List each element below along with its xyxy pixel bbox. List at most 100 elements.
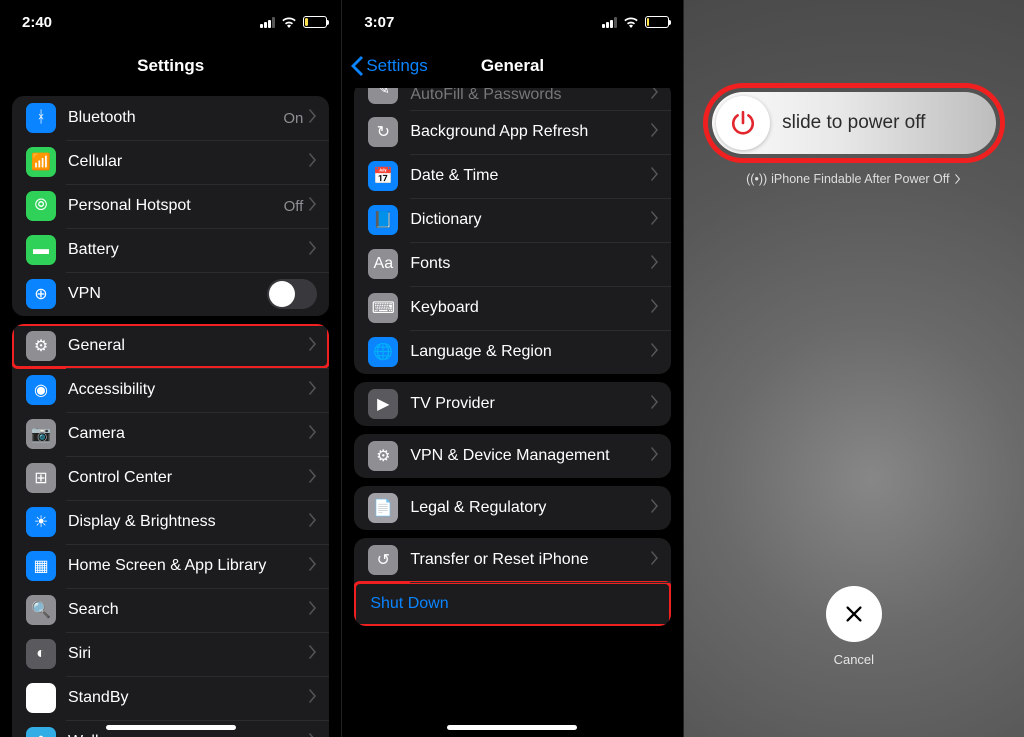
page-title: General — [481, 56, 544, 76]
cancel-area: Cancel — [826, 586, 882, 667]
general-screen: 3:07 8 Settings General ✎ AutoFill & Pass… — [341, 0, 682, 737]
row-label: Fonts — [410, 255, 650, 273]
chevron-right-icon — [309, 109, 317, 128]
row-label: Dictionary — [410, 211, 650, 229]
chevron-right-icon — [309, 513, 317, 532]
row-label: TV Provider — [410, 395, 650, 413]
chevron-right-icon — [309, 469, 317, 488]
signal-icon — [260, 17, 275, 28]
chevron-right-icon — [651, 551, 659, 570]
row-date-time[interactable]: 📅Date & Time — [354, 154, 670, 198]
row-bluetooth[interactable]: ᚼBluetoothOn — [12, 96, 329, 140]
home-indicator[interactable] — [447, 725, 577, 730]
power-off-slider[interactable]: slide to power off — [712, 92, 996, 154]
row-value: Off — [284, 198, 304, 215]
toggle[interactable] — [267, 279, 317, 309]
chevron-right-icon — [309, 425, 317, 444]
chevron-right-icon — [651, 211, 659, 230]
back-label: Settings — [366, 56, 427, 76]
row-fonts[interactable]: AaFonts — [354, 242, 670, 286]
camera-icon: 📷 — [26, 419, 56, 449]
row-personal-hotspot[interactable]: ⦾Personal HotspotOff — [12, 184, 329, 228]
row-label: Language & Region — [410, 343, 650, 361]
findable-link[interactable]: ((•)) iPhone Findable After Power Off — [684, 172, 1024, 186]
row-vpn-device-management[interactable]: ⚙ VPN & Device Management — [354, 434, 670, 478]
chevron-right-icon — [309, 337, 317, 356]
chevron-right-icon — [309, 153, 317, 172]
refresh-icon: ↻ — [368, 117, 398, 147]
chevron-right-icon — [309, 733, 317, 737]
row-search[interactable]: 🔍 Search — [12, 588, 329, 632]
chevron-right-icon — [309, 197, 317, 216]
wallpaper-icon: ✿ — [26, 727, 56, 737]
back-button[interactable]: Settings — [350, 56, 427, 76]
wifi-icon — [281, 16, 297, 28]
row-standby[interactable]: ◧StandBy — [12, 676, 329, 720]
search-icon: 🔍 — [26, 595, 56, 625]
chevron-right-icon — [651, 447, 659, 466]
row-dictionary[interactable]: 📘 Dictionary — [354, 198, 670, 242]
row-label: General — [68, 337, 309, 355]
home-screen-icon: ▦ — [26, 551, 56, 581]
power-off-screen: slide to power off ((•)) iPhone Findable… — [683, 0, 1024, 737]
row-vpn[interactable]: ⊕VPN — [12, 272, 329, 316]
dictionary-icon: 📘 — [368, 205, 398, 235]
row-cellular[interactable]: 📶Cellular — [12, 140, 329, 184]
row-label: Transfer or Reset iPhone — [410, 551, 650, 569]
chevron-right-icon — [651, 255, 659, 274]
row-general[interactable]: ⚙General — [12, 324, 329, 368]
row-language-region[interactable]: 🌐Language & Region — [354, 330, 670, 374]
chevron-right-icon — [651, 299, 659, 318]
chevron-right-icon — [309, 557, 317, 576]
signal-icon — [602, 17, 617, 28]
home-indicator[interactable] — [106, 725, 236, 730]
battery-icon: ▬ — [26, 235, 56, 265]
row-label: Search — [68, 601, 309, 619]
row-background-app-refresh[interactable]: ↻Background App Refresh — [354, 110, 670, 154]
status-bar: 3:07 8 — [342, 0, 682, 44]
navbar: Settings General — [342, 44, 682, 88]
row-label: Keyboard — [410, 299, 650, 317]
row-camera[interactable]: 📷Camera — [12, 412, 329, 456]
row-label: VPN & Device Management — [410, 447, 650, 465]
row-battery[interactable]: ▬Battery — [12, 228, 329, 272]
status-bar: 2:40 12 — [0, 0, 341, 44]
row-label: AutoFill & Passwords — [410, 88, 650, 104]
autofill-icon: ✎ — [368, 88, 398, 104]
row-shut-down[interactable]: Shut Down — [354, 582, 670, 626]
cancel-button[interactable] — [826, 586, 882, 642]
status-time: 3:07 — [364, 14, 394, 31]
chevron-right-icon — [651, 395, 659, 414]
battery-icon: 12 — [303, 16, 327, 28]
hotspot-icon: ⦾ — [26, 191, 56, 221]
row-label: Control Center — [68, 469, 309, 487]
row-label: Cellular — [68, 153, 309, 171]
row-label: Display & Brightness — [68, 513, 309, 531]
chevron-right-icon — [309, 645, 317, 664]
row-accessibility[interactable]: ◉Accessibility — [12, 368, 329, 412]
keyboard-icon: ⌨ — [368, 293, 398, 323]
vpn-mgmt-icon: ⚙ — [368, 441, 398, 471]
page-title: Settings — [137, 56, 204, 76]
row-control-center[interactable]: ⊞Control Center — [12, 456, 329, 500]
row-label: Wallpaper — [68, 733, 309, 737]
settings-screen: 2:40 12 Settings ᚼBluetoothOn📶Cellular⦾P… — [0, 0, 341, 737]
row-tv-provider[interactable]: ▶TV Provider — [354, 382, 670, 426]
row-label: Siri — [68, 645, 309, 663]
row-home-screen-app-library[interactable]: ▦ Home Screen & App Library — [12, 544, 329, 588]
standby-icon: ◧ — [26, 683, 56, 713]
row-display-brightness[interactable]: ☀ Display & Brightness — [12, 500, 329, 544]
chevron-right-icon — [309, 241, 317, 260]
row-label: Shut Down — [370, 595, 658, 613]
row-label: Date & Time — [410, 167, 650, 185]
row-autofill-passwords[interactable]: ✎ AutoFill & Passwords — [354, 88, 670, 110]
row-siri[interactable]: ◐Siri — [12, 632, 329, 676]
row-label: Home Screen & App Library — [68, 557, 309, 575]
row-transfer-or-reset-iphone[interactable]: ↺Transfer or Reset iPhone — [354, 538, 670, 582]
chevron-right-icon — [651, 167, 659, 186]
display-icon: ☀ — [26, 507, 56, 537]
row-keyboard[interactable]: ⌨ Keyboard — [354, 286, 670, 330]
chevron-right-icon — [309, 601, 317, 620]
status-time: 2:40 — [22, 14, 52, 31]
row-legal-regulatory[interactable]: 📄Legal & Regulatory — [354, 486, 670, 530]
